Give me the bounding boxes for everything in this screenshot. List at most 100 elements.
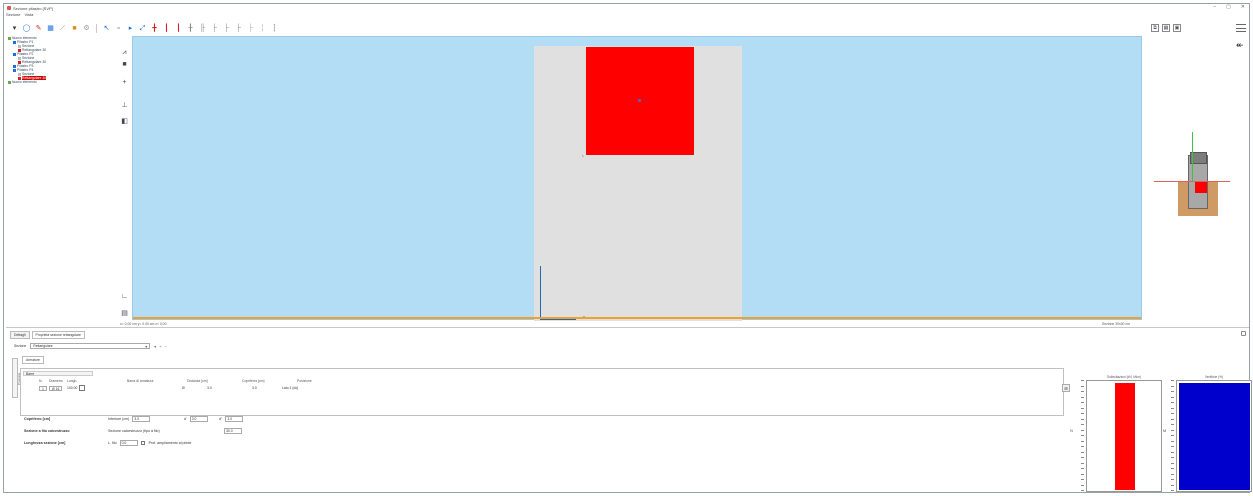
close-button[interactable]: ✕: [1241, 4, 1245, 10]
tree-item[interactable]: Nuovo elemento: [8, 80, 108, 84]
stirrup-2-icon[interactable]: ├: [210, 24, 219, 33]
section-status: Sezione 30x30 cm: [1102, 322, 1130, 326]
cell-copriferro: 3.0: [252, 385, 257, 391]
sezione-input[interactable]: 30.0: [224, 428, 242, 434]
stirrup-icon[interactable]: ╟: [198, 24, 207, 33]
section-selector-label: Sezione: [14, 344, 27, 348]
coordinates-status: x= 0.00 cm y= 0.00 cm z= 0.00: [120, 322, 167, 326]
dropdown-icon[interactable]: ▾: [154, 344, 156, 349]
prop-field: Inferiore (cm) 3.0: [108, 416, 151, 422]
preview-y-axis: [1192, 132, 1193, 182]
axis-tick: [1081, 429, 1084, 431]
tree-node-icon: [18, 44, 21, 48]
circle-icon[interactable]: ◯: [22, 24, 31, 33]
section-viewport[interactable]: G ⌞ ▸ x: [132, 36, 1142, 322]
select-icon[interactable]: ▫: [114, 24, 123, 33]
stirrup-7-icon[interactable]: ┇: [270, 24, 279, 33]
axis-tick: [1171, 457, 1174, 458]
menu-sezione[interactable]: Sezione: [6, 12, 20, 19]
col-distanza: Distanza [cm]: [187, 379, 208, 383]
plus-icon[interactable]: +: [120, 78, 129, 87]
tab-armature[interactable]: Armature: [22, 356, 44, 364]
axis-tick: [1171, 473, 1174, 475]
layers-icon[interactable]: ◧: [120, 116, 129, 125]
axis-tick: [1171, 490, 1174, 491]
axis-tick: [1081, 484, 1084, 486]
minimize-button[interactable]: ‒: [1213, 4, 1216, 10]
cursor-icon[interactable]: ↖: [102, 24, 111, 33]
dropdown-arrow-icon[interactable]: ▾: [10, 24, 19, 33]
ampliamento-checkbox[interactable]: [140, 441, 145, 445]
prop-field: Sezione calcestruzzo (tipo a filo): [108, 429, 160, 433]
stirrup-6-icon[interactable]: ╎: [258, 24, 267, 33]
d2-input[interactable]: 3.0: [225, 416, 244, 422]
export-icon[interactable]: ▤: [120, 308, 129, 317]
stirrup-3-icon[interactable]: ├: [222, 24, 231, 33]
rebar-center-icon[interactable]: ╂: [186, 24, 195, 33]
cell-diametro: Ø 16: [49, 385, 63, 391]
side-tab[interactable]: Proprietà: [12, 358, 21, 398]
tree-node-icon: [13, 68, 16, 72]
view-panel-icon[interactable]: ▣: [1173, 24, 1181, 32]
n-field[interactable]: 1: [39, 385, 47, 391]
grid-icon[interactable]: ▦: [46, 24, 55, 33]
fill-icon[interactable]: ■: [120, 60, 129, 69]
measure-icon[interactable]: ⤢: [138, 24, 147, 33]
rebar-add-icon[interactable]: ╋: [150, 24, 159, 33]
stirrup-4-icon[interactable]: ├: [234, 24, 243, 33]
view-grid-icon[interactable]: ▦: [1162, 24, 1170, 32]
back-arrow-icon[interactable]: ↞: [1236, 40, 1244, 51]
stirrup-5-icon[interactable]: ├: [246, 24, 255, 33]
cell-lunghezza: 100.00: [67, 385, 86, 391]
color-swatch-button[interactable]: [79, 385, 86, 391]
axis-tick: [1081, 402, 1084, 403]
col-posizione: Posizione: [297, 379, 312, 383]
rebar-left-icon[interactable]: ┃: [162, 24, 171, 33]
pencil-icon[interactable]: ✎: [34, 24, 43, 33]
axis-tick: [1081, 424, 1084, 425]
prop-label: Sezione a filo calcestruzzo: [24, 429, 70, 433]
material-icon[interactable]: ■: [70, 24, 79, 33]
tree-node-icon: [8, 80, 11, 84]
position-value[interactable]: Lato 1 (dx): [282, 386, 298, 390]
prop-field: d'' 3.0: [219, 416, 244, 422]
remove-icon[interactable]: −: [165, 344, 167, 349]
cell-n: 1: [39, 385, 47, 391]
tab-proprieta[interactable]: Proprietà sezione rettangolare: [31, 331, 85, 339]
d1-input[interactable]: 3.0: [189, 416, 208, 422]
draw-icon[interactable]: ⩘: [120, 48, 129, 57]
cell-distanza: 3.0: [207, 385, 212, 391]
rebar-right-icon[interactable]: ┃: [174, 24, 183, 33]
inferiore-input[interactable]: 3.0: [132, 416, 151, 422]
field-label: Sezione calcestruzzo (tipo a filo): [108, 429, 160, 433]
field-label: d': [184, 417, 187, 421]
field-label: L. filo: [108, 441, 117, 445]
diameter-field[interactable]: Ø 16: [49, 385, 63, 391]
tab-dettagli[interactable]: Dettagli: [10, 331, 30, 339]
filo-input[interactable]: 0.0: [119, 440, 138, 446]
menu-bar: Sezione Vista: [6, 12, 33, 19]
expand-icon[interactable]: ⊞: [1062, 384, 1070, 392]
pin-icon[interactable]: ⊥: [120, 100, 129, 109]
ruler-icon[interactable]: ⟋: [58, 24, 67, 33]
maximize-button[interactable]: ▢: [1226, 4, 1231, 10]
pin-icon[interactable]: [1241, 331, 1246, 336]
axis-tick: [1171, 402, 1174, 403]
menu-icon[interactable]: [1236, 24, 1246, 32]
menu-vista[interactable]: Vista: [24, 12, 33, 19]
sollecitazioni-chart: Sollecitazioni (kN, kNm): [1081, 375, 1162, 495]
verifiche-chart: Verifiche (%): [1171, 375, 1252, 495]
add-icon[interactable]: +: [159, 344, 161, 349]
axis-tick: [1081, 385, 1084, 387]
tree-node-icon: [8, 36, 11, 40]
section-select[interactable]: Rettangolare: [30, 343, 151, 349]
view-3d-icon[interactable]: ⧉: [1151, 24, 1159, 32]
axis-icon[interactable]: ∟: [120, 292, 129, 301]
arrow-right-icon[interactable]: ▸: [126, 24, 135, 33]
settings-icon[interactable]: ⚙: [82, 24, 91, 33]
3d-preview[interactable]: [1154, 132, 1234, 222]
axis-tick: [1081, 451, 1084, 453]
view-tools: ⧉ ▦ ▣: [1151, 24, 1181, 32]
axis-tick: [1081, 435, 1084, 436]
checkbox-label: Prof. ampliamento al piede: [148, 441, 192, 445]
